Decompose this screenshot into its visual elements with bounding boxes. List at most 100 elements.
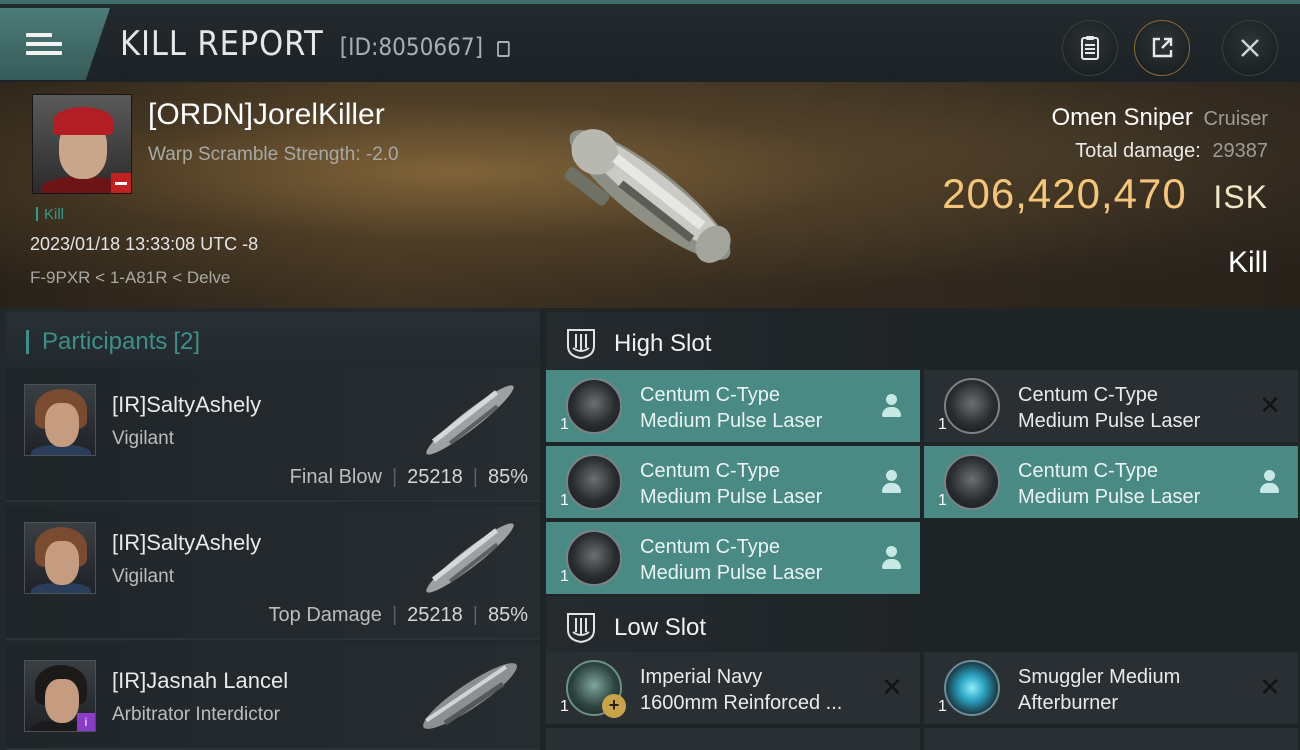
participant-row[interactable]: i [IR]Jasnah Lancel Arbitrator Interdict… bbox=[6, 644, 540, 750]
participant-damage: 25218 bbox=[407, 466, 463, 488]
clipboard-button[interactable] bbox=[1062, 20, 1118, 76]
module-slot[interactable]: + 1 Imperial Navy 1600mm Reinforced ... ✕ bbox=[546, 652, 920, 724]
kill-result: Kill bbox=[1227, 246, 1268, 279]
plus-icon: + bbox=[602, 694, 626, 718]
share-icon bbox=[1152, 37, 1173, 58]
module-slot[interactable]: 1 Centum C-Type Medium Pulse Laser bbox=[546, 446, 920, 518]
module-slot[interactable]: 1 Centum C-Type Medium Pulse Laser bbox=[924, 446, 1298, 518]
participant-name: [IR]SaltyAshely bbox=[112, 530, 262, 555]
x-icon: ✕ bbox=[881, 672, 903, 702]
low-slot-header: Low Slot bbox=[546, 596, 920, 654]
module-quantity: 1 bbox=[560, 698, 569, 715]
module-name: Centum C-Type Medium Pulse Laser bbox=[1018, 460, 1201, 508]
person-icon bbox=[880, 544, 904, 572]
share-button[interactable] bbox=[1134, 20, 1190, 76]
copy-icon[interactable] bbox=[497, 41, 510, 57]
participants-panel: Participants [2] [IR]SaltyAshely Vigilant… bbox=[0, 308, 540, 750]
victim-ship-class: Cruiser bbox=[1203, 108, 1268, 130]
high-slot-header: High Slot bbox=[546, 312, 920, 370]
module-quantity: 1 bbox=[938, 492, 947, 509]
victim-ship-image bbox=[564, 129, 731, 263]
victim-ship: Omen Sniper Cruiser bbox=[1051, 104, 1268, 132]
participant-ship: Arbitrator Interdictor bbox=[112, 704, 280, 725]
fitting-panel: High Slot 1 Centum C-Type Medium Pulse La… bbox=[540, 308, 1300, 750]
participant-ship-image bbox=[426, 385, 514, 455]
page-title: KILL REPORT [ID:8050667] bbox=[120, 24, 510, 64]
armor-plate-icon: + bbox=[566, 660, 626, 718]
module-quantity: 1 bbox=[938, 416, 947, 433]
participant-ship: Vigilant bbox=[112, 566, 174, 587]
participants-count: [2] bbox=[173, 328, 201, 355]
laser-module-icon bbox=[566, 378, 622, 434]
victim-ship-name: Omen Sniper bbox=[1051, 104, 1193, 131]
participants-label: Participants bbox=[42, 328, 168, 355]
participant-damage: 25218 bbox=[407, 604, 463, 626]
participant-stats: Top Damage | 25218 | 85% bbox=[269, 604, 528, 627]
module-slot[interactable] bbox=[546, 728, 920, 750]
module-quantity: 1 bbox=[560, 416, 569, 433]
person-icon bbox=[880, 468, 904, 496]
participant-ship-image bbox=[423, 663, 517, 729]
kill-timestamp: 2023/01/18 13:33:08 UTC -8 bbox=[30, 234, 259, 254]
kill-id: [ID:8050667] bbox=[339, 33, 484, 61]
module-slot[interactable]: 1 Centum C-Type Medium Pulse Laser bbox=[546, 522, 920, 594]
victim-avatar[interactable] bbox=[32, 94, 132, 194]
low-slot-label: Low Slot bbox=[614, 614, 707, 641]
close-button[interactable] bbox=[1222, 20, 1278, 76]
participant-stats: Final Blow | 25218 | 85% bbox=[290, 466, 528, 489]
victim-banner: [ORDN]JorelKiller Warp Scramble Strength… bbox=[0, 82, 1300, 308]
laser-module-icon bbox=[944, 454, 1000, 510]
participants-header: Participants [2] bbox=[6, 312, 540, 372]
x-icon: ✕ bbox=[1259, 672, 1281, 702]
module-name: Smuggler Medium Afterburner bbox=[1018, 666, 1181, 714]
participant-row[interactable]: [IR]SaltyAshely Vigilant Final Blow | 25… bbox=[6, 368, 540, 502]
total-damage: Total damage: 29387 bbox=[1075, 140, 1268, 163]
participant-name: [IR]Jasnah Lancel bbox=[112, 668, 289, 693]
clipboard-icon bbox=[1081, 36, 1099, 60]
total-damage-value: 29387 bbox=[1212, 140, 1268, 162]
participant-avatar[interactable]: i bbox=[24, 660, 96, 732]
page-title-text: KILL REPORT bbox=[120, 24, 324, 64]
stat-divider: | bbox=[472, 466, 478, 488]
participant-avatar[interactable] bbox=[24, 384, 96, 456]
low-slot-icon bbox=[567, 613, 595, 644]
participant-avatar[interactable] bbox=[24, 522, 96, 594]
module-slot[interactable]: 1 Smuggler Medium Afterburner ✕ bbox=[924, 652, 1298, 724]
victim-subtitle: Warp Scramble Strength: -2.0 bbox=[148, 144, 399, 165]
info-badge-icon: i bbox=[77, 713, 95, 731]
module-quantity: 1 bbox=[560, 568, 569, 585]
high-slot-label: High Slot bbox=[614, 330, 712, 357]
person-icon bbox=[880, 392, 904, 420]
module-slot[interactable] bbox=[924, 728, 1298, 750]
laser-module-icon bbox=[944, 378, 1000, 434]
menu-button[interactable] bbox=[0, 8, 110, 80]
module-name: Centum C-Type Medium Pulse Laser bbox=[1018, 384, 1201, 432]
total-damage-label: Total damage: bbox=[1075, 140, 1201, 162]
afterburner-icon bbox=[944, 660, 1000, 716]
module-quantity: 1 bbox=[938, 698, 947, 715]
stat-divider: | bbox=[472, 604, 478, 626]
victim-name[interactable]: [ORDN]JorelKiller bbox=[148, 98, 385, 132]
participant-role: Final Blow bbox=[289, 466, 382, 488]
stat-divider: | bbox=[391, 466, 398, 488]
remove-badge-icon bbox=[111, 173, 131, 193]
module-name: Centum C-Type Medium Pulse Laser bbox=[640, 384, 823, 432]
top-bar: KILL REPORT [ID:8050667] bbox=[0, 0, 1300, 82]
participant-row[interactable]: [IR]SaltyAshely Vigilant Top Damage | 25… bbox=[6, 506, 540, 640]
module-slot[interactable]: 1 Centum C-Type Medium Pulse Laser bbox=[546, 370, 920, 442]
participant-percent: 85% bbox=[487, 604, 528, 626]
participant-percent: 85% bbox=[487, 466, 528, 488]
participant-role: Top Damage bbox=[268, 604, 382, 626]
module-name: Centum C-Type Medium Pulse Laser bbox=[640, 536, 823, 584]
isk-unit: ISK bbox=[1213, 179, 1268, 215]
participant-ship: Vigilant bbox=[112, 428, 174, 449]
hamburger-icon bbox=[26, 28, 62, 60]
person-icon bbox=[1258, 468, 1282, 496]
module-quantity: 1 bbox=[560, 492, 569, 509]
kill-location[interactable]: F-9PXR < 1-A81R < Delve bbox=[30, 268, 230, 288]
module-slot[interactable]: 1 Centum C-Type Medium Pulse Laser ✕ bbox=[924, 370, 1298, 442]
participant-name: [IR]SaltyAshely bbox=[112, 392, 262, 417]
laser-module-icon bbox=[566, 454, 622, 510]
participant-ship-image bbox=[426, 523, 514, 593]
high-slot-icon bbox=[567, 329, 595, 360]
